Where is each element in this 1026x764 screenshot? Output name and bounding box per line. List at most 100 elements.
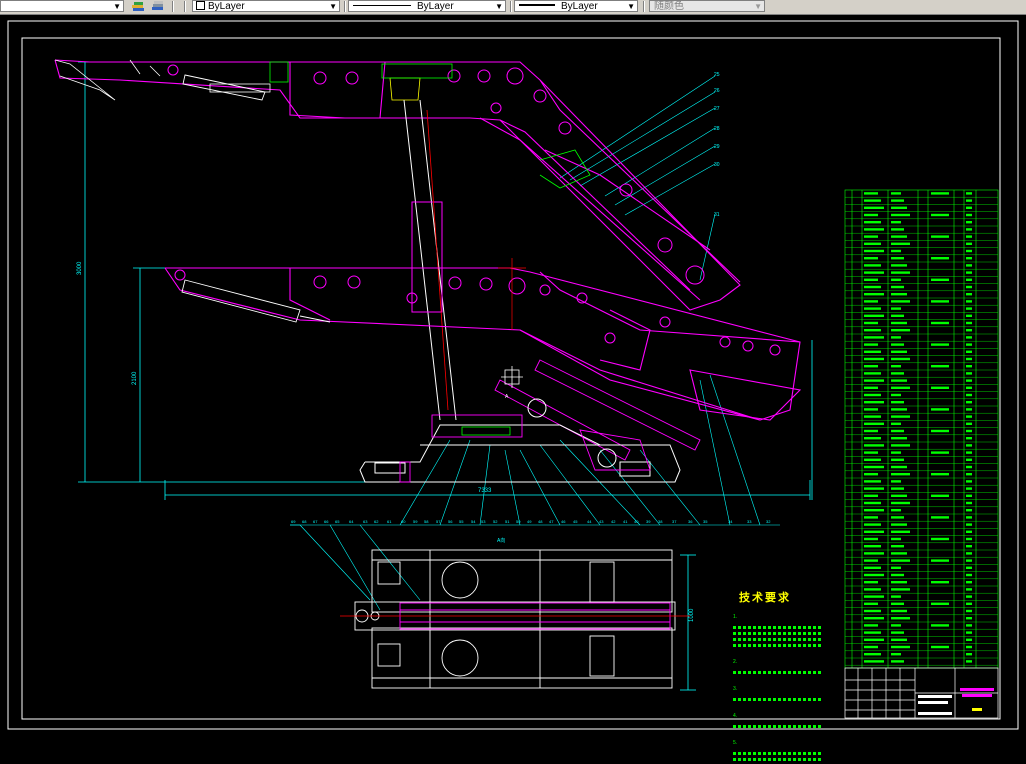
bom-qty-mark	[966, 516, 972, 519]
bom-code-mark	[864, 602, 878, 605]
bom-code-mark	[864, 336, 884, 339]
bom-name-mark	[891, 559, 910, 562]
svg-text:42: 42	[611, 519, 616, 524]
lower-boom-pins	[174, 269, 781, 356]
upper-boom	[54, 59, 741, 311]
svg-text:41: 41	[623, 519, 628, 524]
bom-qty-mark	[966, 242, 972, 245]
bom-qty-mark	[966, 530, 972, 533]
callout-27: 27	[714, 106, 720, 112]
svg-text:62: 62	[374, 519, 379, 524]
bom-qty-mark	[966, 293, 972, 296]
bom-name-mark	[891, 530, 910, 533]
bom-material-mark	[931, 321, 949, 325]
bom-name-mark	[891, 408, 907, 411]
callout-29: 29	[714, 144, 720, 150]
bom-name-mark	[891, 660, 904, 663]
svg-text:58: 58	[424, 519, 429, 524]
bom-name-mark	[891, 221, 901, 224]
bom-name-mark	[891, 372, 904, 375]
bom-code-mark	[864, 329, 881, 332]
svg-text:69: 69	[291, 519, 296, 524]
bom-name-mark	[891, 314, 904, 317]
section-label: A向	[497, 537, 505, 544]
bom-code-mark	[864, 545, 881, 548]
bom-name-mark	[891, 595, 901, 598]
chevron-down-icon: ▼	[329, 2, 337, 11]
chevron-down-icon: ▼	[113, 2, 121, 11]
bom-code-mark	[864, 422, 884, 425]
bom-qty-mark	[966, 257, 972, 260]
bom-name-mark	[891, 357, 910, 361]
bom-name-mark	[891, 645, 910, 649]
svg-text:34: 34	[728, 519, 733, 524]
svg-text:52: 52	[493, 519, 498, 524]
bom-code-mark	[864, 566, 881, 569]
properties-toolbar: ▼ ByLayer ▼ ByLayer ▼ ByLayer ▼ 随颜色 ▼	[0, 0, 1026, 15]
dimension-length-overall: 7333	[478, 488, 492, 494]
bom-code-mark	[864, 537, 878, 541]
bom-name-mark	[891, 617, 910, 620]
tech-requirement-3: 3.	[733, 677, 821, 701]
bom-code-mark	[864, 249, 884, 253]
bom-qty-mark	[966, 487, 972, 490]
bom-name-mark	[891, 228, 904, 231]
bom-name-mark	[891, 300, 910, 303]
bom-name-mark	[891, 213, 910, 217]
bom-code-mark	[864, 437, 881, 440]
layer-states-icon[interactable]	[131, 0, 145, 12]
bom-name-mark	[891, 523, 907, 526]
bom-qty-mark	[966, 451, 972, 454]
svg-text:67: 67	[313, 519, 318, 524]
bom-qty-mark	[966, 595, 972, 598]
bom-qty-mark	[966, 343, 972, 346]
bom-code-mark	[864, 372, 881, 375]
bom-qty-mark	[966, 285, 972, 289]
svg-text:44: 44	[587, 519, 592, 524]
bom-material-mark	[931, 300, 949, 303]
bom-code-mark	[864, 401, 884, 404]
tech-requirements-title: 技术要求	[739, 592, 791, 604]
bom-material-mark	[931, 429, 949, 433]
bom-code-mark	[864, 235, 878, 238]
tech-item-number: 1.	[733, 614, 738, 620]
layer-previous-icon[interactable]	[151, 0, 165, 12]
bom-qty-mark	[966, 228, 972, 231]
bom-code-mark	[864, 559, 878, 562]
bom-material-mark	[931, 645, 949, 649]
bom-qty-mark	[966, 329, 972, 332]
svg-text:48: 48	[538, 519, 543, 524]
layer-dropdown-tail[interactable]: ▼	[0, 0, 124, 12]
drawing-canvas[interactable]: 3000 2100 7333 1000 25 26 27 28 29 30 31…	[0, 15, 1026, 761]
bom-qty-mark	[966, 523, 972, 526]
bom-name-mark	[891, 235, 907, 238]
bom-qty-mark	[966, 408, 972, 411]
tech-requirement-1: 1.	[733, 605, 821, 647]
bom-qty-mark	[966, 573, 972, 577]
bom-qty-mark	[966, 559, 972, 562]
toolbar-separator	[510, 1, 512, 12]
svg-text:36: 36	[688, 519, 693, 524]
svg-text:45: 45	[573, 519, 578, 524]
inner-border	[21, 37, 1001, 720]
linetype-control-dropdown[interactable]: ByLayer ▼	[348, 0, 506, 12]
svg-text:32: 32	[766, 519, 771, 524]
tech-requirement-4: 4.	[733, 704, 821, 728]
bom-name-mark	[891, 545, 904, 548]
bom-qty-mark	[966, 249, 972, 253]
bom-code-mark	[864, 221, 881, 224]
color-control-dropdown[interactable]: ByLayer ▼	[192, 0, 340, 12]
lineweight-control-value: ByLayer	[561, 1, 598, 12]
callouts-bottom: 69 68 67 66 65 64 63 62 61 60 59 58 57 5…	[291, 519, 771, 524]
bom-qty-mark	[966, 271, 972, 274]
bom-name-mark	[891, 653, 901, 656]
bom-code-mark	[864, 631, 881, 634]
bom-code-mark	[864, 408, 878, 411]
svg-text:61: 61	[387, 519, 392, 524]
bom-code-mark	[864, 386, 878, 389]
bom-qty-mark	[966, 278, 972, 281]
callout-28: 28	[714, 126, 720, 132]
ucs-icon	[501, 366, 523, 388]
bom-material-mark	[931, 365, 949, 368]
lineweight-control-dropdown[interactable]: ByLayer ▼	[514, 0, 638, 12]
